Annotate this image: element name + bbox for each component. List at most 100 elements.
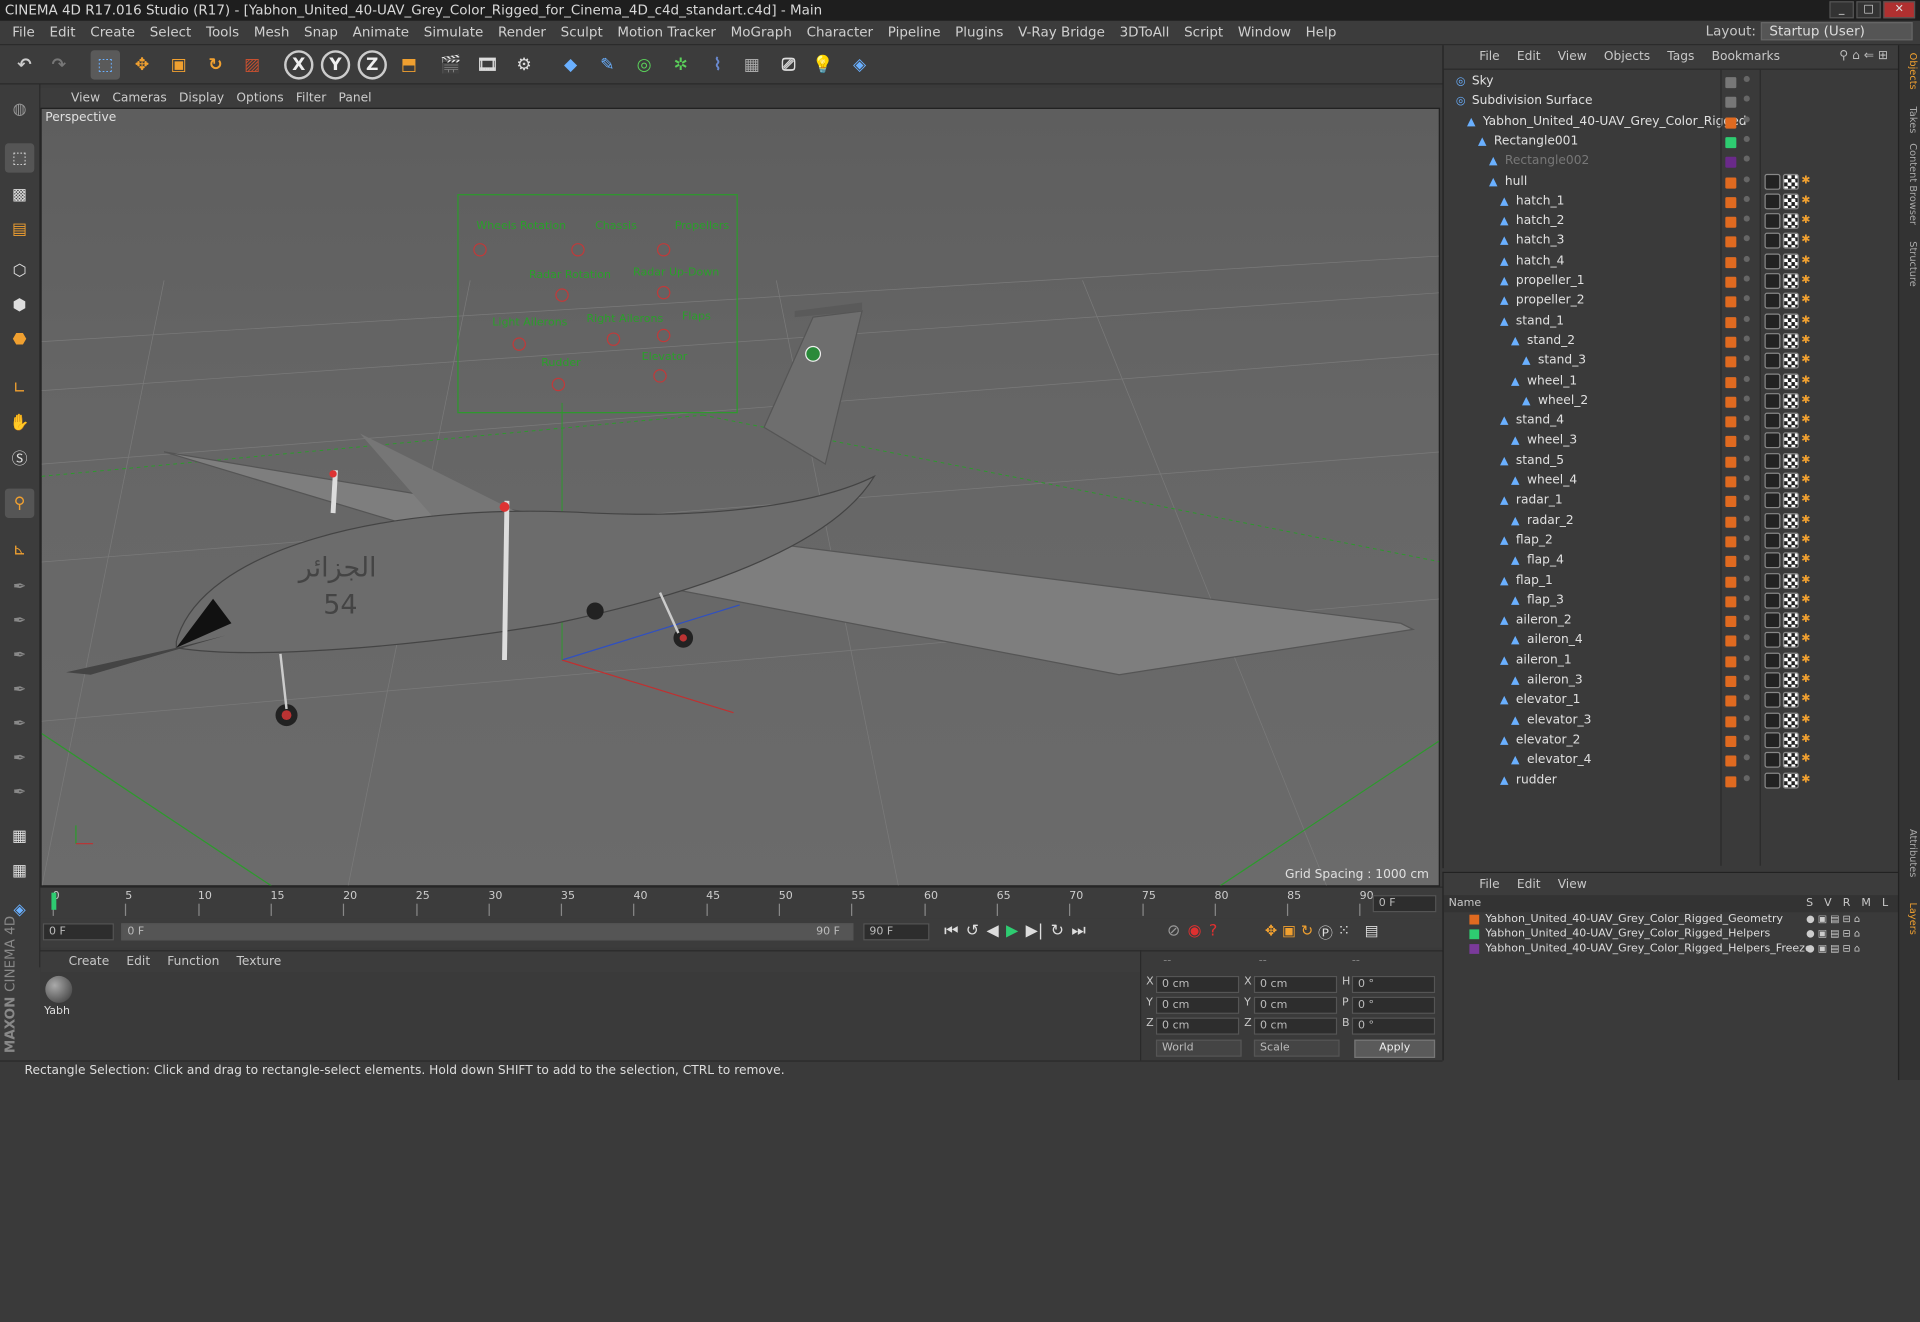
visibility-dot[interactable] [1743,115,1750,122]
ik-tag-icon[interactable]: ✱ [1801,473,1813,489]
visibility-dot[interactable] [1743,734,1750,741]
texture-mode-icon[interactable]: ▩ [5,180,34,209]
tweak-mode-icon[interactable]: ✋ [5,408,34,437]
menu-sculpt[interactable]: Sculpt [553,24,610,40]
visibility-dot[interactable] [1743,275,1750,282]
scale-icon[interactable]: ▣ [164,50,193,79]
layer-name[interactable]: Yabhon_United_40-UAV_Grey_Color_Rigged_G… [1485,913,1783,925]
object-row[interactable]: ▲ aileron_2 ✱ [1444,611,1900,631]
layer-name[interactable]: Yabhon_United_40-UAV_Grey_Color_Rigged_H… [1485,943,1811,955]
object-row[interactable]: ▲ flap_3 ✱ [1444,591,1900,611]
layer-flags[interactable]: ● ▣ ▤ ⊟ ⌂ [1806,927,1860,942]
object-row[interactable]: ▲ radar_2 ✱ [1444,511,1900,531]
phong-tag-icon[interactable] [1764,572,1781,589]
texture-tag-icon[interactable] [1782,632,1799,649]
record-keys-icon[interactable]: ⊘ [1167,922,1180,940]
object-row[interactable]: ▲ hatch_3 ✱ [1444,232,1900,252]
layer-row[interactable]: Yabhon_United_40-UAV_Grey_Color_Rigged_G… [1444,912,1898,927]
ik-tag-icon[interactable]: ✱ [1801,393,1813,409]
texture-tag-icon[interactable] [1782,732,1799,749]
key-scale-icon[interactable]: ▣ [1282,922,1296,943]
object-menu-objects[interactable]: Objects [1595,50,1658,63]
viewport-menu-panel[interactable]: Panel [332,91,377,104]
camera-icon[interactable]: ⎚ [774,50,803,79]
object-row[interactable]: ▲ hatch_1 ✱ [1444,192,1900,212]
visibility-dot[interactable] [1743,95,1750,102]
object-row[interactable]: ▲ wheel_2 ✱ [1444,392,1900,412]
loop-icon[interactable]: ↻ [1051,922,1064,940]
menu-v-ray-bridge[interactable]: V-Ray Bridge [1011,24,1112,40]
ik-tag-icon[interactable]: ✱ [1801,213,1813,229]
layer-menu-edit[interactable]: Edit [1508,877,1549,890]
ik-tag-icon[interactable]: ✱ [1801,632,1813,648]
visibility-dot[interactable] [1743,295,1750,302]
texture-tag-icon[interactable] [1782,612,1799,629]
phong-tag-icon[interactable] [1764,452,1781,469]
phong-tag-icon[interactable] [1764,512,1781,529]
key-pla-icon[interactable]: ⁙ [1338,922,1350,943]
make-editable-icon[interactable]: ◍ [5,94,34,123]
layer-row[interactable]: Yabhon_United_40-UAV_Grey_Color_Rigged_H… [1444,927,1898,942]
phong-tag-icon[interactable] [1764,492,1781,509]
side-tab-takes[interactable]: Takes [1902,107,1919,134]
menu-edit[interactable]: Edit [42,24,83,40]
render-picture-viewer-icon[interactable]: 🎞 [473,50,502,79]
ik-tag-icon[interactable]: ✱ [1801,692,1813,708]
model-mode-icon[interactable]: ⬚ [4,143,35,173]
quantize-icon[interactable]: ⊾ [5,535,34,564]
ik-tag-icon[interactable]: ✱ [1801,772,1813,788]
visibility-dot[interactable] [1743,654,1750,661]
object-row[interactable]: ▲ stand_4 ✱ [1444,412,1900,432]
ik-tag-icon[interactable]: ✱ [1801,333,1813,349]
visibility-dot[interactable] [1743,674,1750,681]
ik-tag-icon[interactable]: ✱ [1801,752,1813,768]
object-menu-view[interactable]: View [1549,50,1595,63]
layer-color-swatch[interactable] [1469,929,1480,940]
visibility-dot[interactable] [1743,335,1750,342]
rotate-icon[interactable]: ↻ [201,50,230,79]
menu-window[interactable]: Window [1231,24,1299,40]
layer-row[interactable]: Yabhon_United_40-UAV_Grey_Color_Rigged_H… [1444,942,1898,957]
material-menu-edit[interactable]: Edit [118,955,159,968]
phong-tag-icon[interactable] [1764,193,1781,210]
next-frame-icon[interactable]: ▶| [1026,922,1044,940]
key-rotation-icon[interactable]: ↻ [1301,922,1313,943]
current-frame-field[interactable]: 0 F [1372,895,1437,913]
texture-tag-icon[interactable] [1782,492,1799,509]
live-select-icon[interactable]: ▨ [238,50,267,79]
axis-mode-icon[interactable]: ∟ [5,373,34,402]
object-row[interactable]: ▲ wheel_3 ✱ [1444,432,1900,452]
visibility-dot[interactable] [1743,375,1750,382]
rotation-h-field[interactable]: 0 ° [1351,975,1436,994]
viewport-menu-cameras[interactable]: Cameras [106,91,173,104]
spline-pen-icon[interactable]: ✎ [593,50,622,79]
size-y-field[interactable]: 0 cm [1253,996,1338,1014]
menu-select[interactable]: Select [142,24,198,40]
visibility-dot[interactable] [1743,554,1750,562]
visibility-dot[interactable] [1743,75,1750,83]
menu-mesh[interactable]: Mesh [247,24,297,40]
texture-tag-icon[interactable] [1782,233,1799,250]
texture-tag-icon[interactable] [1782,312,1799,329]
object-row[interactable]: ▲ flap_2 ✱ [1444,531,1900,551]
key-position-icon[interactable]: ✥ [1265,922,1277,943]
phong-tag-icon[interactable] [1764,612,1781,629]
phong-tag-icon[interactable] [1764,293,1781,309]
start-frame-field[interactable]: 0 F [42,923,114,941]
menu-3dtoall[interactable]: 3DToAll [1112,24,1177,40]
object-row[interactable]: ▲ aileron_1 ✱ [1444,651,1900,671]
visibility-dot[interactable] [1743,255,1750,262]
viewport-menu-display[interactable]: Display [173,91,230,104]
visibility-dot[interactable] [1743,515,1750,522]
prev-key-icon[interactable]: ↺ [966,922,979,940]
object-menu-edit[interactable]: Edit [1508,50,1549,63]
visibility-dot[interactable] [1743,594,1750,601]
ik-tag-icon[interactable]: ✱ [1801,533,1813,549]
viewport-menu-options[interactable]: Options [230,91,290,104]
prev-frame-icon[interactable]: ◀ [986,922,998,940]
x-axis-icon[interactable]: X [284,50,314,80]
visibility-dot[interactable] [1743,455,1750,462]
phong-tag-icon[interactable] [1764,672,1781,689]
ik-tag-icon[interactable]: ✱ [1801,732,1813,748]
ik-tag-icon[interactable]: ✱ [1801,293,1813,309]
